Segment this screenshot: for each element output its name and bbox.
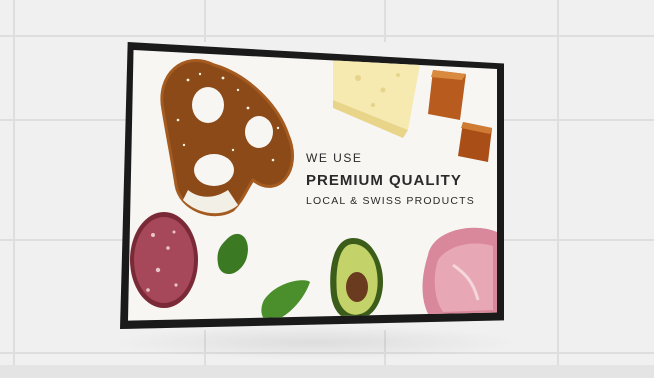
tv-wall-shadow: [110, 325, 520, 360]
headline-line-1: WE USE: [306, 151, 363, 165]
tv-screen: WE USE PREMIUM QUALITY LOCAL & SWISS PRO…: [128, 50, 497, 321]
headline-line-3: LOCAL & SWISS PRODUCTS: [306, 195, 475, 207]
bread-cube-icon: [428, 70, 492, 162]
ham-icon: [422, 227, 497, 321]
floor-strip: [0, 365, 654, 378]
avocado-icon: [330, 238, 384, 321]
headline-line-2: PREMIUM QUALITY: [306, 172, 462, 189]
salami-icon: [130, 212, 198, 308]
scene: WE USE PREMIUM QUALITY LOCAL & SWISS PRO…: [0, 0, 654, 378]
pretzel-icon: [160, 59, 294, 217]
promo-headline: WE USE PREMIUM QUALITY LOCAL & SWISS PRO…: [306, 152, 475, 207]
basil-leaf-icon: [217, 233, 310, 321]
cheese-icon: [333, 58, 420, 138]
